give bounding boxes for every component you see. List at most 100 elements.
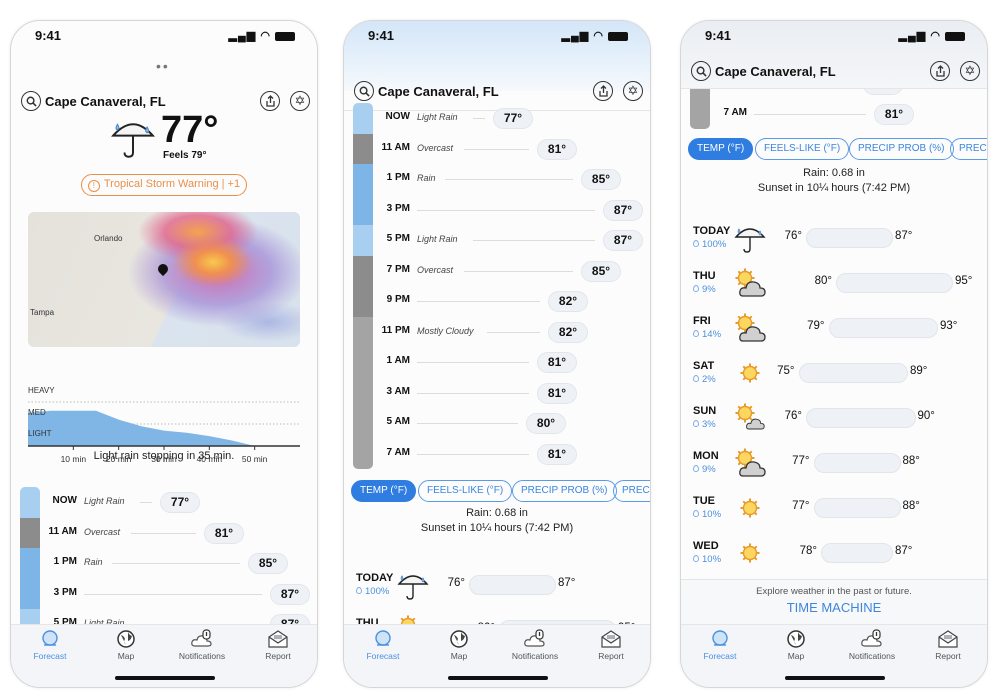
hourly-row[interactable]: 3 PM 87° xyxy=(11,579,317,609)
tab-forecast[interactable]: Forecast xyxy=(345,629,421,661)
daily-row[interactable]: WED 10% 78° 87° xyxy=(681,534,987,578)
hour-time: 1 PM xyxy=(53,556,77,567)
temp-pill: 87° xyxy=(270,583,310,605)
temp-line xyxy=(463,148,529,150)
hour-condition: Light Rain xyxy=(417,112,458,122)
daily-row[interactable]: THU9%80°95° xyxy=(681,264,987,308)
umbrella-rain-icon xyxy=(396,568,430,602)
hour-time: 9 PM xyxy=(386,294,410,305)
tab-forecast[interactable]: Forecast xyxy=(12,629,88,661)
precip-value: 2% xyxy=(702,374,716,385)
tab-label: Notifications xyxy=(178,651,226,661)
high-temp: 88° xyxy=(902,500,920,512)
hour-time: 7 AM xyxy=(386,446,410,458)
temp-pill: 87° xyxy=(603,199,643,221)
tab-notifications[interactable]: Notifications xyxy=(834,629,910,661)
hourly-list: NOW Light Rain 77° 11 AM Overcast 81° 1 PM Rain… xyxy=(11,487,317,624)
umbrella-rain-icon xyxy=(733,221,767,255)
hourly-row[interactable]: 7 PM Overcast 85° xyxy=(344,256,650,286)
hourly-row[interactable]: 5 PM Light Rain 87° xyxy=(344,225,650,255)
settings-button[interactable]: ✡ xyxy=(623,81,643,101)
temp-line xyxy=(417,453,529,455)
hourly-row[interactable]: 9 PM 82° xyxy=(344,286,650,316)
temp-range-bar xyxy=(469,575,556,595)
tropical-storm-warning[interactable]: ! Tropical Storm Warning | +1 xyxy=(81,174,247,196)
tab-forecast[interactable]: Forecast xyxy=(682,629,758,661)
hourly-row[interactable]: 3 PM 87° xyxy=(344,195,650,225)
precip-summary: Light rain stopping in 35 min. xyxy=(93,450,235,462)
metric-chip-precip-prob[interactable]: PRECIP PROB (%) xyxy=(512,480,617,502)
notification-cloud-icon xyxy=(164,629,240,649)
low-temp: 75° xyxy=(777,365,795,377)
daily-row[interactable]: THU9%80°95° xyxy=(344,611,650,624)
daily-row[interactable]: TODAY 100% 76° 87° xyxy=(344,566,650,610)
search-button[interactable] xyxy=(21,91,41,111)
hourly-row[interactable]: 3 AM 81° xyxy=(344,378,650,408)
temp-line xyxy=(417,362,529,363)
tab-map[interactable]: Map xyxy=(758,629,834,661)
precip-value: 9% xyxy=(702,284,716,295)
daily-row[interactable]: TODAY 100% 76° 87° xyxy=(681,219,987,263)
precip-chance: 100% xyxy=(693,239,726,250)
day-name: SAT xyxy=(693,360,715,372)
settings-button[interactable]: ✡ xyxy=(960,61,980,81)
notification-cloud-icon xyxy=(497,629,573,649)
daily-row[interactable]: SAT 2% 75° 89° xyxy=(681,354,987,398)
search-button[interactable] xyxy=(354,81,374,101)
metric-chip-precip-prob[interactable]: PRECIP PROB (%) xyxy=(849,138,954,160)
tab-map[interactable]: Map xyxy=(88,629,164,661)
share-button[interactable] xyxy=(260,91,280,111)
metric-chip-precip[interactable]: PRECIP xyxy=(950,138,987,160)
temp-line xyxy=(112,563,240,564)
temp-pill: 87° xyxy=(270,614,310,624)
tab-report[interactable]: Report xyxy=(910,629,986,661)
daily-row[interactable]: FRI 14% 79° 93° xyxy=(681,309,987,353)
radar-map[interactable]: Orlando Tampa xyxy=(28,212,300,347)
metric-chip-feels-like-f[interactable]: FEELS-LIKE (°F) xyxy=(755,138,850,160)
day-name: MON xyxy=(693,450,719,462)
metric-chip-feels-like-f[interactable]: FEELS-LIKE (°F) xyxy=(418,480,513,502)
metric-chip-temp-f[interactable]: TEMP (°F) xyxy=(351,480,417,502)
precip-value: 10% xyxy=(702,554,722,565)
hourly-row[interactable]: NOW Light Rain 77° xyxy=(11,487,317,517)
settings-button[interactable]: ✡ xyxy=(290,91,310,111)
hourly-row[interactable]: 1 PM Rain 85° xyxy=(11,548,317,578)
tab-notifications[interactable]: Notifications xyxy=(497,629,573,661)
status-time: 9:41 xyxy=(35,28,62,43)
hourly-row[interactable]: 7 AM 81° xyxy=(344,439,650,469)
tab-notifications[interactable]: Notifications xyxy=(164,629,240,661)
hour-condition: Overcast xyxy=(417,264,454,275)
tab-report[interactable]: Report xyxy=(573,629,649,661)
tab-label: Map xyxy=(450,651,468,661)
day-name: TODAY xyxy=(356,572,394,584)
tab-label: Report xyxy=(598,651,624,661)
hourly-row[interactable]: 5 PM Light Rain 87° xyxy=(11,609,317,624)
share-button[interactable] xyxy=(930,61,950,81)
daily-row[interactable]: MON 9% 77° 88° xyxy=(681,444,987,488)
hourly-row[interactable]: 11 AM Overcast 81° xyxy=(11,518,317,548)
gear-icon: ✡ xyxy=(964,63,976,78)
temp-pill: 87° xyxy=(603,230,643,251)
metric-chip-temp-f[interactable]: TEMP (°F) xyxy=(688,138,754,160)
page-dots[interactable]: •• xyxy=(156,58,170,74)
time-machine-button[interactable]: TIME MACHINE xyxy=(771,600,897,615)
drop-icon xyxy=(693,465,699,472)
hour-time: 11 AM xyxy=(381,141,410,153)
tab-map[interactable]: Map xyxy=(421,629,497,661)
search-button[interactable] xyxy=(691,61,711,81)
hourly-row[interactable]: NOW Light Rain 77° xyxy=(344,103,650,133)
hourly-row[interactable]: 1 AM 81° xyxy=(344,347,650,377)
daily-row[interactable]: TUE 10% 77° 88° xyxy=(681,489,987,533)
temp-line xyxy=(417,301,540,302)
hourly-row[interactable]: 11 AM Overcast 81° xyxy=(344,134,650,164)
precip-value: 100% xyxy=(365,586,390,597)
hourly-row[interactable]: 1 PM Rain 85° xyxy=(344,164,650,194)
hourly-row[interactable]: 7 AM 81° xyxy=(681,99,987,129)
metric-chip-precip[interactable]: PRECIP xyxy=(613,480,650,502)
hourly-row[interactable]: 11 PM Mostly Cloudy 82° xyxy=(344,317,650,347)
tab-report[interactable]: Report xyxy=(240,629,316,661)
daily-row[interactable]: SUN 3% 76° 90° xyxy=(681,399,987,443)
hourly-row[interactable]: 5 AM 80° xyxy=(344,408,650,438)
sun-icon xyxy=(733,356,767,390)
share-button[interactable] xyxy=(593,81,613,101)
